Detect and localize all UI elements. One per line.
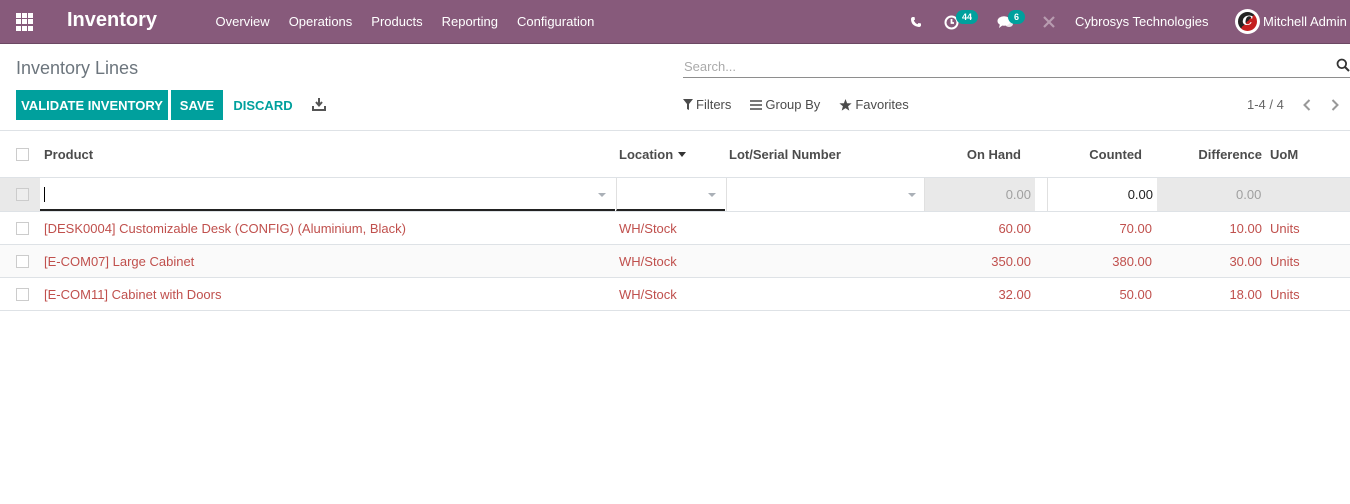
apps-menu-icon[interactable] [16, 13, 34, 31]
discard-button[interactable]: DISCARD [229, 90, 297, 120]
location-cell[interactable]: WH/Stock [619, 212, 677, 244]
group-by-label: Group By [765, 97, 821, 112]
counted-cell[interactable]: 380.00 [1050, 245, 1152, 277]
group-by-button[interactable]: Group By [750, 97, 820, 112]
product-cell[interactable]: [E-COM11] Cabinet with Doors [44, 278, 222, 310]
on-hand-cell: 32.00 [998, 286, 1031, 302]
company-switcher[interactable]: Cybrosys Technologies [1075, 14, 1208, 29]
column-header-lot[interactable]: Lot/Serial Number [729, 131, 841, 177]
lot-serial-field[interactable] [726, 178, 925, 211]
favorites-button[interactable]: Favorites [839, 97, 909, 112]
column-header-product[interactable]: Product [44, 131, 93, 177]
app-name[interactable]: Inventory [67, 9, 157, 32]
text-cursor [44, 187, 45, 202]
difference-cell: 30.00 [1229, 253, 1262, 269]
favorites-label: Favorites [855, 97, 909, 112]
pager-previous-icon[interactable] [1299, 95, 1315, 115]
product-dropdown-icon[interactable] [598, 193, 606, 197]
phone-icon[interactable] [910, 0, 922, 44]
star-icon [839, 98, 852, 111]
avatar-logo: C [1238, 12, 1257, 31]
column-header-location[interactable]: Location [619, 131, 687, 177]
search-box [683, 55, 1350, 78]
row-checkbox[interactable] [16, 254, 29, 268]
menu-item-overview[interactable]: Overview [206, 0, 279, 44]
user-avatar[interactable]: C [1235, 9, 1260, 34]
row-checkbox[interactable] [16, 287, 29, 301]
uom-cell: Units [1270, 253, 1300, 269]
save-button[interactable]: SAVE [171, 90, 223, 120]
column-header-on-hand[interactable]: On Hand [930, 131, 1021, 177]
difference-cell: 10.00 [1229, 220, 1262, 236]
editable-row: 0.00 0.00 0.00 [0, 178, 1350, 212]
product-field[interactable] [40, 178, 615, 211]
validate-inventory-button[interactable]: VALIDATE INVENTORY [16, 90, 168, 120]
lot-dropdown-icon[interactable] [908, 193, 916, 197]
user-menu[interactable]: Mitchell Admin [1263, 14, 1347, 29]
location-cell[interactable]: WH/Stock [619, 278, 677, 310]
inventory-lines-table: Product Location Lot/Serial Number On Ha… [0, 130, 1350, 311]
counted-cell[interactable]: 70.00 [1050, 212, 1152, 244]
location-header-label: Location [619, 146, 674, 162]
location-cell[interactable]: WH/Stock [619, 245, 677, 277]
table-row[interactable]: [DESK0004] Customizable Desk (CONFIG) (A… [0, 212, 1350, 245]
on-hand-cell: 350.00 [991, 253, 1031, 269]
filters-label: Filters [696, 97, 732, 112]
uom-cell: Units [1270, 220, 1300, 236]
menu-item-configuration[interactable]: Configuration [507, 0, 603, 44]
debug-tools-icon[interactable] [1042, 0, 1056, 44]
sort-caret-down-icon [678, 151, 687, 157]
row-checkbox[interactable] [16, 221, 29, 235]
difference-cell: 18.00 [1229, 286, 1262, 302]
search-icon[interactable] [1336, 58, 1350, 72]
column-header-uom[interactable]: UoM [1270, 131, 1298, 177]
bars-icon [750, 99, 763, 110]
table-header: Product Location Lot/Serial Number On Ha… [0, 131, 1350, 178]
filters-button[interactable]: Filters [683, 97, 731, 112]
difference-readonly: 0.00 [1157, 178, 1350, 211]
menu-item-reporting[interactable]: Reporting [432, 0, 507, 44]
menu-item-products[interactable]: Products [362, 0, 432, 44]
location-dropdown-icon[interactable] [708, 193, 716, 197]
top-navbar: Inventory Overview Operations Products R… [0, 0, 1350, 44]
breadcrumb: Inventory Lines [16, 58, 139, 78]
counted-field[interactable]: 0.00 [1047, 178, 1157, 211]
filter-icon [683, 99, 693, 110]
pager-next-icon[interactable] [1327, 95, 1343, 115]
select-all-checkbox[interactable] [16, 147, 29, 161]
main-menu: Overview Operations Products Reporting C… [206, 0, 604, 44]
uom-cell: Units [1270, 286, 1300, 302]
activity-count-badge: 44 [956, 10, 979, 24]
on-hand-cell: 60.00 [998, 220, 1031, 236]
table-row[interactable]: [E-COM07] Large Cabinet WH/Stock 350.00 … [0, 245, 1350, 278]
search-input[interactable] [683, 55, 1323, 77]
column-header-difference[interactable]: Difference [1170, 131, 1262, 177]
messages-count-badge: 6 [1008, 10, 1026, 24]
menu-item-operations[interactable]: Operations [279, 0, 362, 44]
column-header-counted[interactable]: Counted [1050, 131, 1142, 177]
on-hand-readonly: 0.00 [925, 178, 1035, 211]
counted-cell[interactable]: 50.00 [1050, 278, 1152, 310]
pager-value[interactable]: 1-4 / 4 [1247, 97, 1284, 112]
product-cell[interactable]: [E-COM07] Large Cabinet [44, 245, 194, 277]
activity-clock-icon[interactable] [944, 0, 959, 44]
edit-row-checkbox[interactable] [16, 188, 29, 201]
table-row[interactable]: [E-COM11] Cabinet with Doors WH/Stock 32… [0, 278, 1350, 311]
download-icon[interactable] [312, 97, 326, 111]
product-cell[interactable]: [DESK0004] Customizable Desk (CONFIG) (A… [44, 212, 406, 244]
search-options: Filters Group By Favorites [683, 97, 928, 112]
